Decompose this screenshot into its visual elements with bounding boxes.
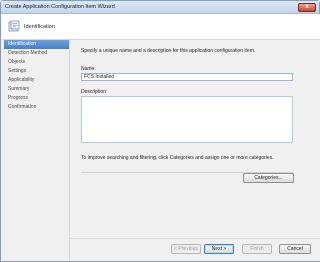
close-button[interactable]: x [298,3,316,12]
categories-button[interactable]: Categories... [243,173,294,183]
nav-step-settings[interactable]: Settings [2,67,69,76]
wizard-header: Identification [2,14,320,40]
finish-button[interactable]: Finish [242,244,272,254]
categories-hint: To improve searching and filtering, clic… [81,155,274,161]
name-label: Name: [81,66,96,72]
wizard-window: Create Application Configuration Item Wi… [0,0,320,262]
next-button[interactable]: Next > [204,244,234,254]
footer-divider [70,238,320,239]
instruction-text: Specify a unique name and a description … [81,48,256,54]
title-bar[interactable]: Create Application Configuration Item Wi… [1,1,319,14]
nav-step-summary[interactable]: Summary [2,85,69,94]
cancel-button[interactable]: Cancel [279,244,311,254]
window-title: Create Application Configuration Item Wi… [5,4,115,10]
page-title: Identification [24,24,55,30]
close-icon: x [305,4,309,10]
nav-step-detection-method[interactable]: Detection Method [2,49,69,58]
wizard-steps-nav: Identification Detection Method Objects … [2,40,70,261]
name-field[interactable]: FCS Installed [81,73,293,81]
nav-step-objects[interactable]: Objects [2,58,69,67]
nav-step-confirmation[interactable]: Confirmation [2,103,69,112]
description-label: Description: [81,89,108,95]
previous-button[interactable]: < Previous [171,244,201,254]
description-field[interactable] [81,96,293,143]
nav-step-identification[interactable]: Identification [4,40,69,49]
wizard-page-icon [8,20,20,32]
nav-step-applicability[interactable]: Applicability [2,76,69,85]
nav-step-progress[interactable]: Progress [2,94,69,103]
identification-panel: Specify a unique name and a description … [70,40,320,261]
